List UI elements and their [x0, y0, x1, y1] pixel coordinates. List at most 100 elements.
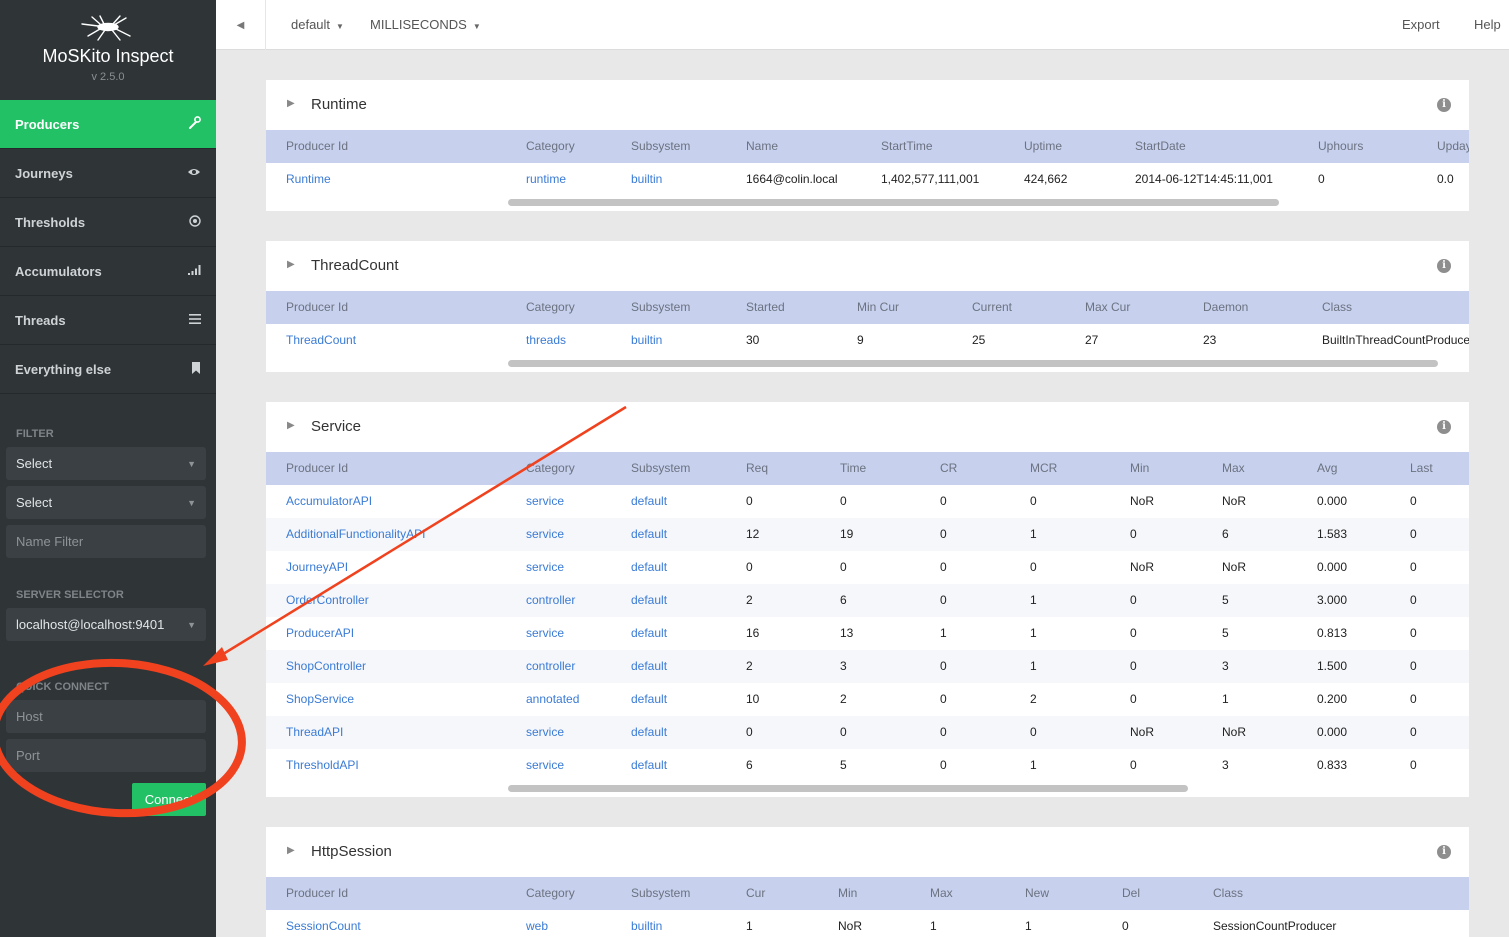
connect-button[interactable]: Connect: [132, 783, 206, 816]
column-header[interactable]: MCR: [1030, 461, 1057, 475]
category-link[interactable]: web: [526, 919, 548, 933]
filter-select-2[interactable]: Select ▼: [6, 486, 206, 519]
expand-triangle-icon[interactable]: ▶: [287, 845, 295, 856]
subsystem-link[interactable]: default: [631, 692, 667, 706]
column-header[interactable]: Subsystem: [631, 886, 690, 900]
subsystem-link[interactable]: default: [631, 593, 667, 607]
collapse-sidebar-button[interactable]: ◀: [216, 0, 266, 50]
column-header[interactable]: Min: [838, 886, 857, 900]
horizontal-scrollbar[interactable]: [266, 357, 1469, 369]
subsystem-link[interactable]: default: [631, 758, 667, 772]
producer-link[interactable]: Runtime: [286, 172, 331, 186]
column-header[interactable]: StartTime: [881, 139, 933, 153]
column-header[interactable]: Req: [746, 461, 768, 475]
category-link[interactable]: threads: [526, 333, 566, 347]
category-link[interactable]: controller: [526, 659, 575, 673]
column-header[interactable]: Max Cur: [1085, 300, 1130, 314]
column-header[interactable]: Max: [1222, 461, 1245, 475]
column-header[interactable]: Subsystem: [631, 300, 690, 314]
filter-select-1[interactable]: Select ▼: [6, 447, 206, 480]
sidebar-item-thresholds[interactable]: Thresholds: [0, 198, 216, 247]
column-header[interactable]: Name: [746, 139, 778, 153]
subsystem-link[interactable]: builtin: [631, 333, 662, 347]
column-header[interactable]: Producer Id: [286, 886, 348, 900]
producer-link[interactable]: AdditionalFunctionalityAPI: [286, 527, 425, 541]
producer-link[interactable]: ThresholdAPI: [286, 758, 359, 772]
column-header[interactable]: New: [1025, 886, 1049, 900]
category-link[interactable]: service: [526, 758, 564, 772]
scrollbar-thumb[interactable]: [508, 785, 1188, 792]
column-header[interactable]: Min: [1130, 461, 1149, 475]
subsystem-link[interactable]: builtin: [631, 919, 662, 933]
interval-selector[interactable]: default ▼: [291, 17, 344, 32]
expand-triangle-icon[interactable]: ▶: [287, 98, 295, 109]
name-filter-input[interactable]: Name Filter: [6, 525, 206, 558]
column-header[interactable]: Category: [526, 886, 575, 900]
producer-link[interactable]: ProducerAPI: [286, 626, 354, 640]
column-header[interactable]: Current: [972, 300, 1012, 314]
panel-title[interactable]: Runtime: [311, 96, 367, 113]
horizontal-scrollbar[interactable]: [266, 782, 1469, 794]
column-header[interactable]: Min Cur: [857, 300, 899, 314]
column-header[interactable]: Category: [526, 461, 575, 475]
column-header[interactable]: Avg: [1317, 461, 1337, 475]
category-link[interactable]: service: [526, 626, 564, 640]
column-header[interactable]: Producer Id: [286, 300, 348, 314]
category-link[interactable]: service: [526, 560, 564, 574]
category-link[interactable]: service: [526, 527, 564, 541]
column-header[interactable]: Uptime: [1024, 139, 1062, 153]
category-link[interactable]: service: [526, 725, 564, 739]
subsystem-link[interactable]: default: [631, 494, 667, 508]
subsystem-link[interactable]: builtin: [631, 172, 662, 186]
info-icon[interactable]: i: [1437, 845, 1451, 859]
column-header[interactable]: Class: [1322, 300, 1352, 314]
column-header[interactable]: Producer Id: [286, 139, 348, 153]
category-link[interactable]: runtime: [526, 172, 566, 186]
subsystem-link[interactable]: default: [631, 725, 667, 739]
producer-link[interactable]: ShopService: [286, 692, 354, 706]
producer-link[interactable]: OrderController: [286, 593, 369, 607]
column-header[interactable]: Daemon: [1203, 300, 1248, 314]
column-header[interactable]: Uphours: [1318, 139, 1363, 153]
producer-link[interactable]: ShopController: [286, 659, 366, 673]
sidebar-item-everything-else[interactable]: Everything else: [0, 345, 216, 394]
producer-link[interactable]: ThreadCount: [286, 333, 356, 347]
subsystem-link[interactable]: default: [631, 626, 667, 640]
producer-link[interactable]: AccumulatorAPI: [286, 494, 372, 508]
server-selector[interactable]: localhost@localhost:9401 ▼: [6, 608, 206, 641]
export-link[interactable]: Export: [1402, 17, 1440, 32]
info-icon[interactable]: i: [1437, 98, 1451, 112]
column-header[interactable]: Started: [746, 300, 785, 314]
column-header[interactable]: Last: [1410, 461, 1433, 475]
expand-triangle-icon[interactable]: ▶: [287, 420, 295, 431]
sidebar-item-threads[interactable]: Threads: [0, 296, 216, 345]
subsystem-link[interactable]: default: [631, 659, 667, 673]
unit-selector[interactable]: MILLISECONDS ▼: [370, 17, 481, 32]
column-header[interactable]: CR: [940, 461, 957, 475]
column-header[interactable]: Category: [526, 139, 575, 153]
sidebar-item-producers[interactable]: Producers: [0, 100, 216, 149]
column-header[interactable]: Class: [1213, 886, 1243, 900]
port-input[interactable]: Port: [6, 739, 206, 772]
column-header[interactable]: Time: [840, 461, 866, 475]
horizontal-scrollbar[interactable]: [266, 196, 1469, 208]
producer-link[interactable]: ThreadAPI: [286, 725, 343, 739]
help-link[interactable]: Help: [1474, 17, 1501, 32]
sidebar-item-journeys[interactable]: Journeys: [0, 149, 216, 198]
producer-link[interactable]: JourneyAPI: [286, 560, 348, 574]
host-input[interactable]: Host: [6, 700, 206, 733]
scrollbar-thumb[interactable]: [508, 360, 1438, 367]
scrollbar-thumb[interactable]: [508, 199, 1279, 206]
column-header[interactable]: Subsystem: [631, 461, 690, 475]
column-header[interactable]: Del: [1122, 886, 1140, 900]
column-header[interactable]: Cur: [746, 886, 765, 900]
column-header[interactable]: Producer Id: [286, 461, 348, 475]
subsystem-link[interactable]: default: [631, 527, 667, 541]
info-icon[interactable]: i: [1437, 420, 1451, 434]
expand-triangle-icon[interactable]: ▶: [287, 259, 295, 270]
column-header[interactable]: Subsystem: [631, 139, 690, 153]
panel-title[interactable]: HttpSession: [311, 843, 392, 860]
producer-link[interactable]: SessionCount: [286, 919, 361, 933]
panel-title[interactable]: Service: [311, 418, 361, 435]
panel-title[interactable]: ThreadCount: [311, 257, 399, 274]
